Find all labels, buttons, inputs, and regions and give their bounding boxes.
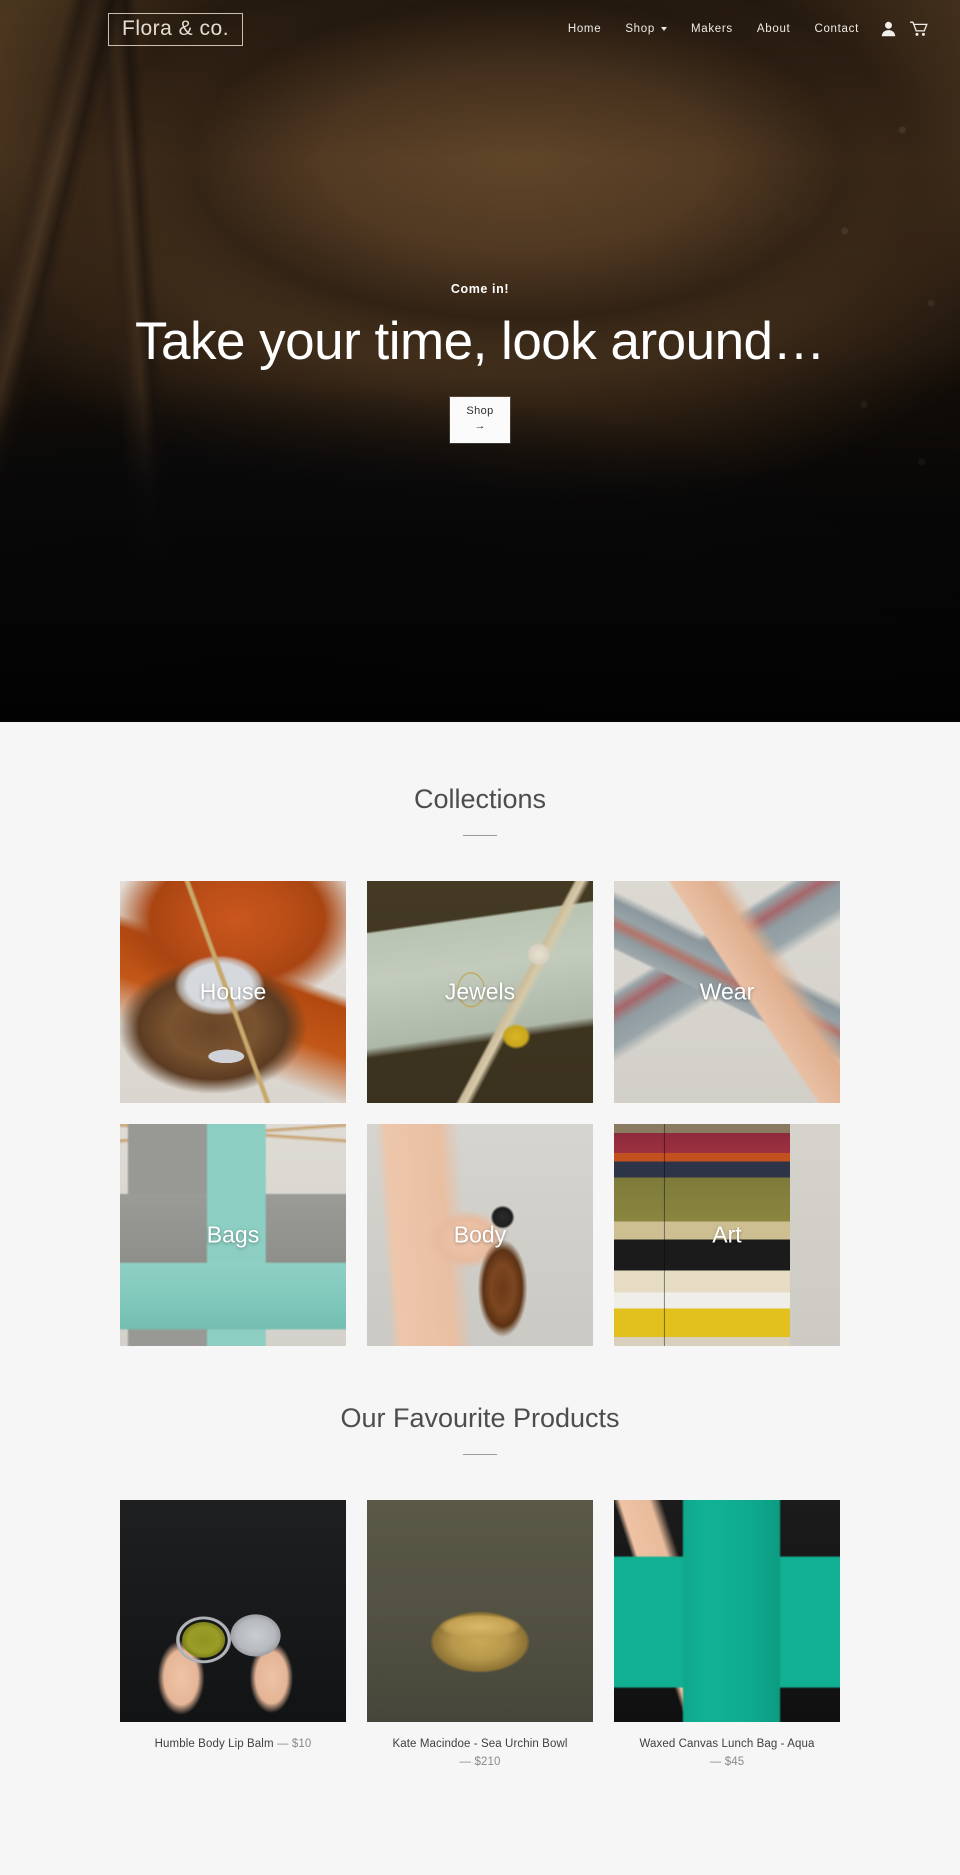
site-logo-text: Flora & co.: [122, 16, 230, 40]
product-card[interactable]: Kate Macindoe - Sea Urchin Bowl — $210: [367, 1500, 593, 1772]
product-dash: —: [459, 1755, 472, 1768]
chevron-down-icon: [660, 27, 667, 31]
nav-item-shop[interactable]: Shop: [613, 17, 679, 41]
product-card[interactable]: Waxed Canvas Lunch Bag - Aqua — $45: [614, 1500, 840, 1772]
product-title: Waxed Canvas Lunch Bag - Aqua: [639, 1738, 815, 1750]
collection-label-bags: Bags: [206, 1221, 260, 1248]
nav-item-about[interactable]: About: [745, 17, 803, 41]
product-price: $210: [474, 1755, 501, 1768]
collections-title: Collections: [413, 784, 547, 814]
product-title: Kate Macindoe - Sea Urchin Bowl: [392, 1738, 568, 1750]
hero-section: Flora & co. Home Shop Makers About Conta…: [0, 0, 960, 722]
product-image-sea-urchin-bowl: [367, 1500, 593, 1722]
products-title: Our Favourite Products: [340, 1403, 620, 1433]
product-price: $45: [724, 1755, 745, 1768]
collection-label-house: House: [199, 978, 267, 1005]
product-image-lip-balm: [120, 1500, 346, 1722]
products-header: Our Favourite Products: [0, 1403, 960, 1455]
collection-tile-bags[interactable]: Bags: [120, 1124, 346, 1346]
header-icons: [881, 21, 928, 37]
collections-section: Collections House Jewels Wear Bags Body …: [0, 722, 960, 1346]
account-icon[interactable]: [881, 21, 896, 37]
collections-header: Collections: [0, 784, 960, 836]
hero-kicker: Come in!: [450, 282, 510, 296]
product-price: $10: [291, 1738, 312, 1750]
arrow-right-icon: →: [474, 420, 486, 433]
nav-item-contact[interactable]: Contact: [802, 17, 871, 41]
collections-grid-row-1: House Jewels Wear: [0, 881, 960, 1103]
hero-shop-button[interactable]: Shop →: [450, 397, 510, 443]
product-dash: —: [276, 1738, 289, 1750]
nav-item-home[interactable]: Home: [556, 17, 613, 41]
product-title: Humble Body Lip Balm: [154, 1738, 274, 1750]
section-divider: [463, 835, 497, 836]
main-navigation: Home Shop Makers About Contact: [556, 17, 928, 41]
site-logo[interactable]: Flora & co.: [108, 12, 244, 46]
nav-item-shop-label: Shop: [625, 23, 655, 35]
nav-item-makers[interactable]: Makers: [679, 17, 745, 41]
product-dash: —: [709, 1755, 722, 1768]
hero-shop-button-label: Shop: [466, 405, 494, 418]
product-meta: Waxed Canvas Lunch Bag - Aqua — $45: [614, 1722, 840, 1772]
collection-tile-wear[interactable]: Wear: [614, 881, 840, 1103]
hero-title: Take your time, look around…: [134, 312, 826, 371]
collection-label-jewels: Jewels: [444, 978, 516, 1005]
site-header: Flora & co. Home Shop Makers About Conta…: [0, 0, 960, 58]
products-section: Our Favourite Products Humble Body Lip B…: [0, 1346, 960, 1772]
collection-label-wear: Wear: [699, 978, 755, 1005]
collection-tile-art[interactable]: Art: [614, 1124, 840, 1346]
product-image-lunch-bag: [614, 1500, 840, 1722]
hero-copy: Come in! Take your time, look around… Sh…: [0, 282, 960, 443]
collections-grid-row-2: Bags Body Art: [0, 1124, 960, 1346]
section-divider: [463, 1454, 497, 1455]
cart-icon[interactable]: [910, 21, 928, 37]
product-card[interactable]: Humble Body Lip Balm — $10: [120, 1500, 346, 1772]
product-meta: Humble Body Lip Balm — $10: [120, 1722, 346, 1754]
collection-label-body: Body: [453, 1221, 507, 1248]
product-meta: Kate Macindoe - Sea Urchin Bowl — $210: [367, 1722, 593, 1772]
collection-label-art: Art: [712, 1221, 742, 1248]
collection-tile-body[interactable]: Body: [367, 1124, 593, 1346]
products-grid: Humble Body Lip Balm — $10 Kate Macindoe…: [0, 1500, 960, 1772]
collection-tile-jewels[interactable]: Jewels: [367, 881, 593, 1103]
collection-tile-house[interactable]: House: [120, 881, 346, 1103]
